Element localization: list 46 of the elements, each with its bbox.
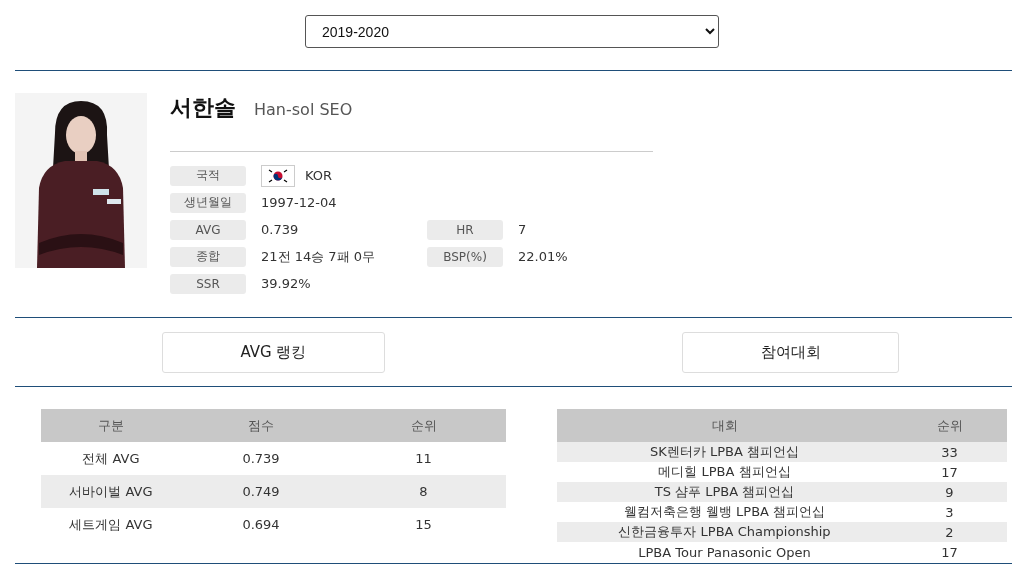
flag-icon [261, 164, 295, 187]
info-label: HR [427, 219, 503, 240]
table-cell-text: 서바이벌 AVG [68, 482, 154, 501]
column-header: 구분 [97, 416, 125, 435]
info-label: 생년월일 [170, 192, 246, 213]
table-cell-text: 15 [414, 517, 433, 532]
table-cell-text: 2 [944, 524, 955, 540]
season-dropdown[interactable]: 2019-2020 [305, 15, 719, 48]
player-english-name: Han-sol SEO [254, 100, 353, 119]
info-label: 종합 [170, 246, 246, 267]
table-cell-text: 3 [944, 504, 955, 520]
player-name: 서한솔 [170, 94, 236, 122]
info-value: 1997-12-04 [261, 195, 337, 210]
table-cell-text: 웰컴저축은행 웰뱅 LPBA 챔피언십 [622, 503, 827, 521]
table-cell-text: 9 [944, 484, 955, 500]
column-header: 순위 [935, 416, 964, 435]
column-header: 순위 [409, 416, 438, 435]
column-header: 점수 [247, 416, 275, 435]
table-cell-text: 0.739 [241, 451, 281, 466]
table-cell-text: SK렌터카 LPBA 챔피언십 [649, 443, 800, 461]
section-button[interactable]: 참여대회 [682, 331, 899, 373]
column-header: 대회 [710, 416, 739, 435]
table-cell-text: 메디힐 LPBA 챔피언십 [657, 463, 792, 481]
table-cell-text: 33 [940, 444, 959, 460]
info-value: 39.92% [261, 276, 311, 291]
info-value: 0.739 [261, 222, 299, 237]
info-label: AVG [170, 219, 246, 240]
section-button[interactable]: AVG 랭킹 [162, 331, 385, 373]
table-cell-text: 전체 AVG [81, 449, 141, 468]
table-cell-text: 17 [940, 544, 959, 560]
table-cell-text: 17 [940, 464, 959, 480]
table-cell-text: 세트게임 AVG [68, 515, 154, 534]
table-cell-text: LPBA Tour Panasonic Open [637, 544, 812, 560]
table-cell-text: 0.749 [241, 484, 281, 499]
info-value: KOR [305, 168, 333, 183]
info-label: 국적 [170, 165, 246, 186]
info-label: SSR [170, 273, 246, 294]
info-value: 21전 14승 7패 0무 [261, 247, 376, 266]
table-cell-text: 8 [418, 484, 429, 499]
table-cell-text: 0.694 [241, 517, 281, 532]
table-cell-text: 11 [414, 451, 433, 466]
table-cell-text: TS 샴푸 LPBA 챔피언십 [653, 483, 796, 501]
table-cell-text: 신한금융투자 LPBA Championship [617, 523, 832, 541]
info-label: BSP(%) [427, 246, 503, 267]
info-value: 7 [517, 222, 528, 237]
info-value: 22.01% [517, 249, 569, 264]
